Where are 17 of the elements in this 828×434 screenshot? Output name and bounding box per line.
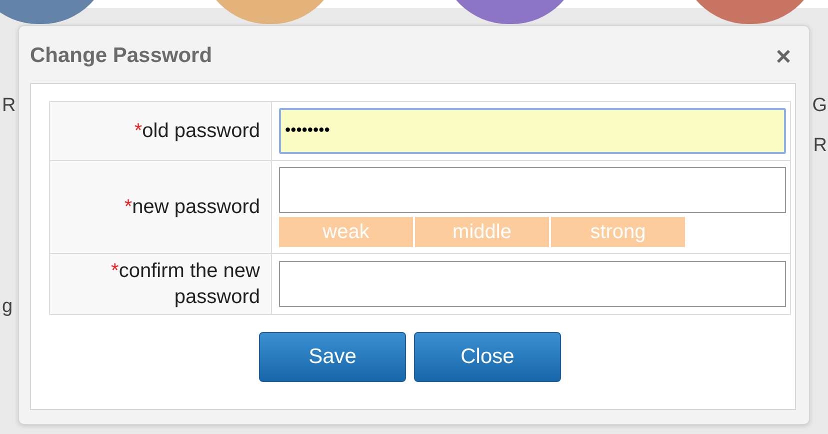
dialog-button[interactable]: Close	[414, 332, 561, 382]
strength-level: weak	[279, 217, 413, 247]
background-text: G	[812, 96, 827, 115]
dialog-button[interactable]: Save	[259, 332, 406, 382]
field-label: *new password	[50, 160, 272, 254]
background-text: g	[2, 297, 13, 316]
field-label: *old password	[50, 102, 272, 160]
password-field[interactable]: ••••••••	[279, 108, 786, 154]
strength-level: middle	[415, 217, 549, 247]
field-label: *confirm the new password	[50, 254, 272, 314]
background-text: R	[2, 96, 16, 115]
password-field[interactable]	[279, 261, 786, 307]
strength-level: strong	[551, 217, 685, 247]
background-text: R	[813, 136, 827, 155]
password-field[interactable]	[279, 167, 786, 213]
dialog-title: Change Password	[30, 43, 212, 69]
close-button[interactable]: ×	[772, 42, 795, 69]
